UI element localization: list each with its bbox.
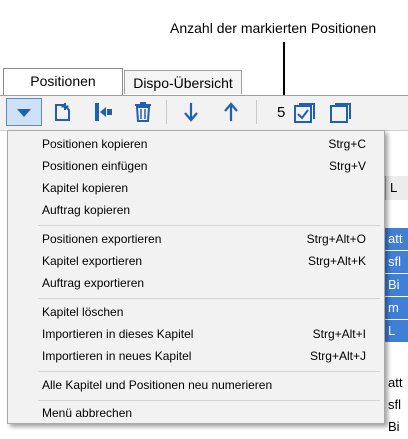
menu-item-shortcut: Strg+Alt+I	[312, 327, 366, 341]
menu-item-label: Positionen kopieren	[42, 137, 148, 151]
menu-item-label: Alle Kapitel und Positionen neu numerier…	[42, 378, 273, 392]
menu-item-shortcut: Strg+Alt+O	[306, 232, 366, 246]
select-all-button[interactable]	[290, 98, 320, 126]
menu-item-importieren-dieses-kapitel[interactable]: Importieren in dieses Kapitel Strg+Alt+I	[8, 323, 384, 345]
menu-item-label: Kapitel löschen	[42, 305, 124, 319]
selected-count: 5	[277, 104, 286, 121]
menu-item-kapitel-kopieren[interactable]: Kapitel kopieren	[8, 177, 384, 199]
menu-item-importieren-neues-kapitel[interactable]: Importieren in neues Kapitel Strg+Alt+J	[8, 345, 384, 367]
menu-separator	[38, 371, 380, 372]
menu-item-shortcut: Strg+C	[328, 137, 366, 151]
menu-item-shortcut: Strg+Alt+J	[309, 349, 366, 363]
toolbar-separator	[166, 100, 167, 124]
menu-item-menue-abbrechen[interactable]: Menü abbrechen	[8, 402, 384, 424]
column-header-fragment: L	[385, 176, 408, 200]
list-item[interactable]: sfl	[385, 394, 408, 416]
arrow-down-icon	[184, 103, 198, 122]
list-item[interactable]: sfl	[385, 251, 408, 273]
menu-item-shortcut: Strg+V	[328, 159, 366, 173]
menu-item-label: Auftrag kopieren	[42, 203, 131, 217]
list-item[interactable]: m	[385, 297, 408, 319]
menu-item-label: Auftrag exportieren	[42, 276, 145, 290]
menu-item-neu-numerieren[interactable]: Alle Kapitel und Positionen neu numerier…	[8, 374, 384, 396]
menu-item-positionen-kopieren[interactable]: Positionen kopieren Strg+C	[8, 133, 384, 155]
move-up-button[interactable]	[216, 98, 246, 126]
checkbox-checked-icon	[294, 103, 315, 123]
arrow-up-icon	[224, 102, 238, 121]
annotation-label: Anzahl der markierten Positionen	[170, 20, 377, 36]
menu-item-auftrag-kopieren[interactable]: Auftrag kopieren	[8, 199, 384, 221]
menu-item-kapitel-loeschen[interactable]: Kapitel löschen	[8, 301, 384, 323]
list-item[interactable]: L	[385, 320, 408, 342]
move-to-chapter-button[interactable]	[88, 98, 118, 126]
list-item[interactable]: Bi	[385, 274, 408, 296]
list-item[interactable]: att	[385, 372, 408, 394]
move-down-button[interactable]	[176, 98, 206, 126]
menu-item-label: Kapitel exportieren	[42, 254, 143, 268]
tab-positionen[interactable]: Positionen	[3, 68, 123, 95]
menu-item-label: Importieren in dieses Kapitel	[42, 327, 194, 341]
menu-item-label: Menü abbrechen	[42, 406, 133, 420]
menu-item-label: Importieren in neues Kapitel	[42, 349, 192, 363]
insert-icon	[55, 103, 70, 121]
menu-item-kapitel-exportieren[interactable]: Kapitel exportieren Strg+Alt+K	[8, 250, 384, 272]
menu-item-positionen-exportieren[interactable]: Positionen exportieren Strg+Alt+O	[8, 228, 384, 250]
toolbar-separator	[256, 100, 257, 124]
menu-item-label: Positionen exportieren	[42, 232, 162, 246]
menu-item-label: Positionen einfügen	[42, 159, 148, 173]
delete-button[interactable]	[128, 98, 158, 126]
context-menu: Positionen kopieren Strg+C Positionen ei…	[7, 130, 385, 424]
tree-move-icon	[95, 103, 112, 121]
trash-icon	[135, 102, 151, 122]
menu-item-positionen-einfuegen[interactable]: Positionen einfügen Strg+V	[8, 155, 384, 177]
checkbox-empty-icon	[330, 103, 351, 123]
menu-separator	[38, 225, 380, 226]
dropdown-arrow-icon	[17, 109, 31, 117]
list-item[interactable]: Bi	[385, 416, 408, 438]
tab-bar: Positionen Dispo-Übersicht	[0, 68, 408, 96]
list-item[interactable]: att	[385, 228, 408, 250]
insert-position-button[interactable]	[48, 98, 78, 126]
menu-item-shortcut: Strg+Alt+K	[307, 254, 366, 268]
menu-item-auftrag-exportieren[interactable]: Auftrag exportieren	[8, 272, 384, 294]
deselect-all-button[interactable]	[326, 98, 356, 126]
tab-dispo-uebersicht[interactable]: Dispo-Übersicht	[124, 70, 242, 94]
menu-separator	[38, 298, 380, 299]
menu-dropdown-button[interactable]	[6, 98, 42, 126]
menu-item-label: Kapitel kopieren	[42, 181, 129, 195]
toolbar	[0, 96, 408, 131]
menu-separator	[38, 400, 380, 401]
